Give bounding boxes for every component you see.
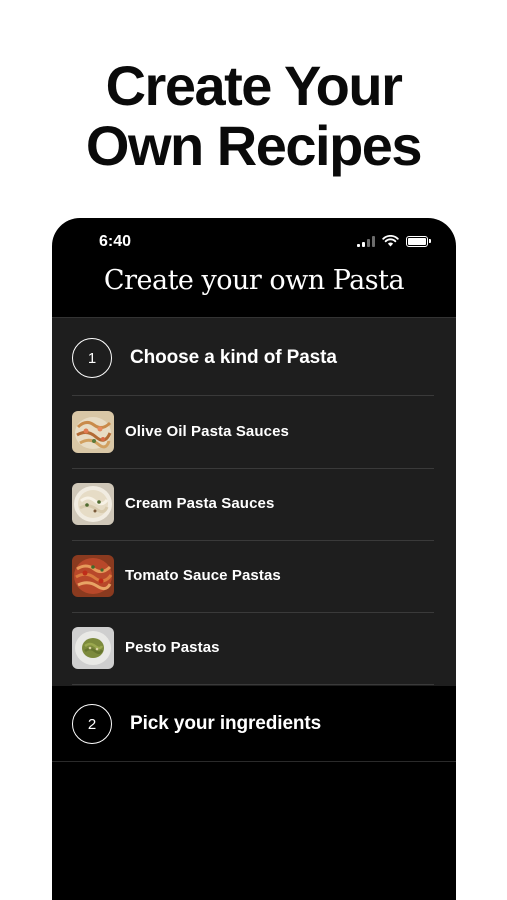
phone-screen: 6:40 Create your own Pasta 1 Choose a ki… (52, 218, 456, 900)
step-1-label: Choose a kind of Pasta (130, 347, 337, 368)
olive-oil-pasta-thumbnail (72, 411, 114, 453)
list-item-label: Cream Pasta Sauces (125, 495, 275, 512)
divider (72, 684, 434, 685)
cellular-signal-icon (357, 235, 375, 247)
list-item-label: Olive Oil Pasta Sauces (125, 423, 289, 440)
cream-pasta-thumbnail (72, 483, 114, 525)
step-2-number-circle: 2 (72, 704, 112, 744)
battery-icon (406, 235, 431, 247)
list-item-tomato-sauce-pastas[interactable]: Tomato Sauce Pastas (52, 540, 456, 612)
step-1-number-circle: 1 (72, 338, 112, 378)
step-1-section: 1 Choose a kind of Pasta Olive Oil Pasta… (52, 318, 456, 686)
wifi-icon (382, 235, 399, 247)
status-time: 6:40 (99, 233, 132, 250)
screen-title: Create your own Pasta (103, 265, 405, 296)
list-item-cream-pasta-sauces[interactable]: Cream Pasta Sauces (52, 468, 456, 540)
list-item-pesto-pastas[interactable]: Pesto Pastas (52, 612, 456, 684)
headline-line-1: Create Your (105, 54, 403, 117)
status-bar: 6:40 (52, 218, 456, 264)
headline-line-2: Own Recipes (85, 114, 423, 177)
list-item-olive-oil-pasta-sauces[interactable]: Olive Oil Pasta Sauces (52, 396, 456, 468)
status-icons (357, 235, 431, 247)
list-item-label: Pesto Pastas (125, 639, 220, 656)
pesto-pasta-thumbnail (72, 627, 114, 669)
step-1-header[interactable]: 1 Choose a kind of Pasta (52, 318, 456, 395)
divider (52, 761, 456, 762)
step-2-header[interactable]: 2 Pick your ingredients (52, 686, 456, 763)
promo-headline: Create Your Own Recipes (0, 56, 507, 176)
tomato-sauce-pasta-thumbnail (72, 555, 114, 597)
app-store-screenshot: Create Your Own Recipes 6:40 Create your… (0, 0, 507, 900)
list-item-label: Tomato Sauce Pastas (125, 567, 281, 584)
step-2-label: Pick your ingredients (130, 713, 322, 734)
